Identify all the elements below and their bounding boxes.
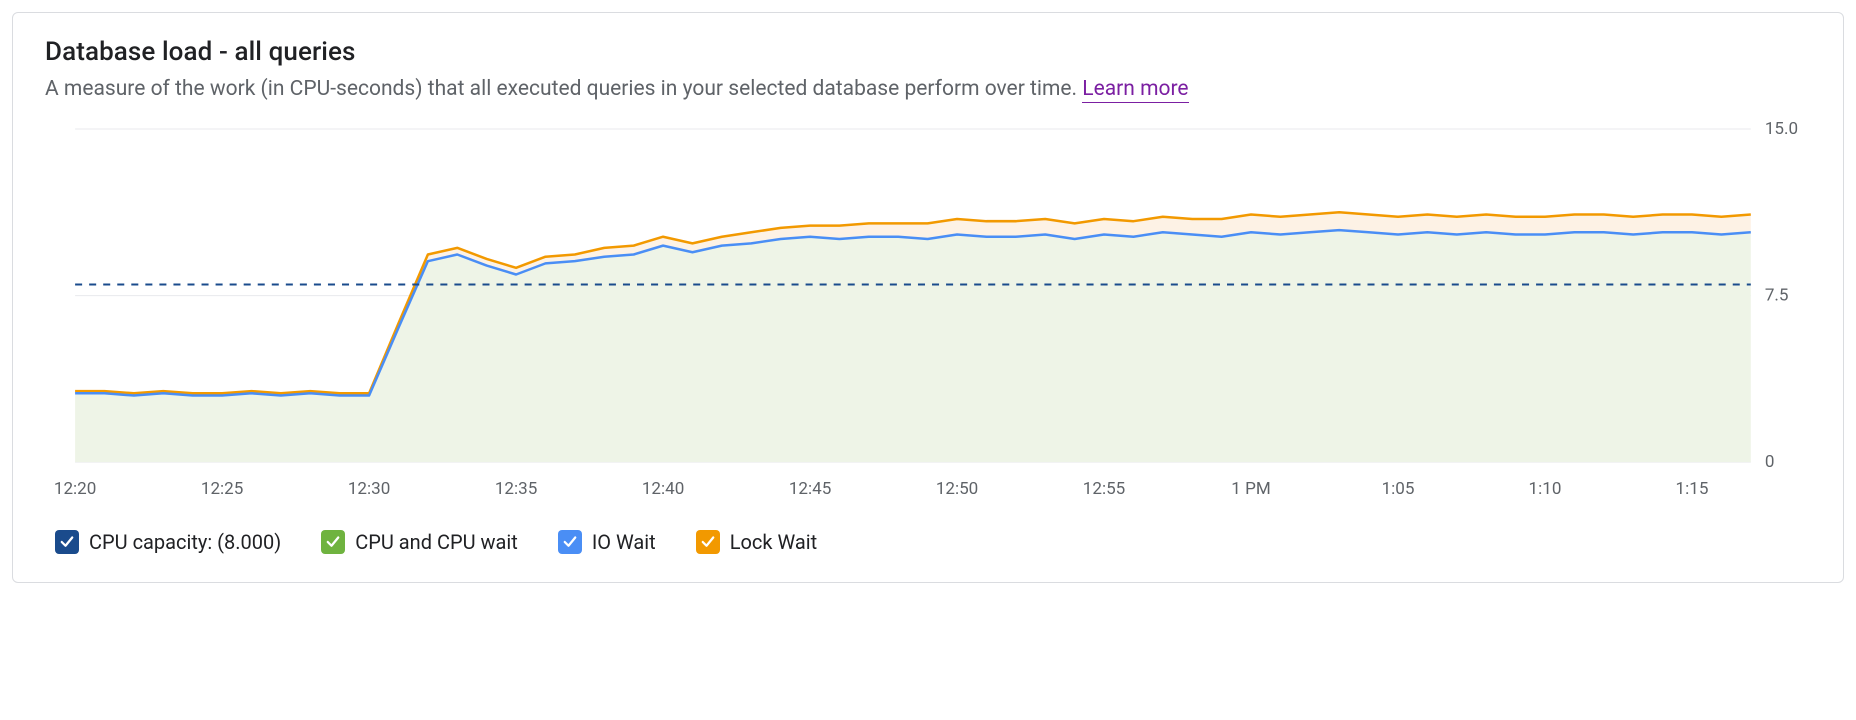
svg-text:12:25: 12:25 [201, 479, 243, 499]
svg-text:7.5: 7.5 [1765, 286, 1789, 306]
legend-cpu-capacity[interactable]: CPU capacity: (8.000) [55, 530, 281, 554]
checkbox-icon [696, 530, 720, 554]
svg-text:1:15: 1:15 [1676, 479, 1709, 499]
svg-text:12:20: 12:20 [54, 479, 96, 499]
legend-label: CPU capacity: (8.000) [89, 530, 281, 554]
svg-text:1 PM: 1 PM [1231, 479, 1270, 499]
chart-legend: CPU capacity: (8.000) CPU and CPU wait I… [45, 530, 1811, 554]
legend-lock-wait[interactable]: Lock Wait [696, 530, 817, 554]
database-load-chart[interactable]: 0 7.5 15.0 12:20 12:25 12:30 12:35 12:40 12:45 12… [45, 121, 1811, 502]
legend-label: CPU and CPU wait [355, 530, 518, 554]
svg-text:12:40: 12:40 [642, 479, 684, 499]
checkbox-icon [558, 530, 582, 554]
legend-label: Lock Wait [730, 530, 817, 554]
svg-text:12:50: 12:50 [936, 479, 978, 499]
svg-text:15.0: 15.0 [1765, 121, 1798, 139]
svg-text:12:30: 12:30 [348, 479, 390, 499]
svg-text:12:35: 12:35 [495, 479, 537, 499]
checkbox-icon [321, 530, 345, 554]
svg-text:12:55: 12:55 [1083, 479, 1125, 499]
svg-text:12:45: 12:45 [789, 479, 831, 499]
legend-cpu-wait[interactable]: CPU and CPU wait [321, 530, 518, 554]
learn-more-link[interactable]: Learn more [1082, 77, 1188, 103]
svg-text:1:10: 1:10 [1529, 479, 1562, 499]
svg-text:1:05: 1:05 [1382, 479, 1415, 499]
checkbox-icon [55, 530, 79, 554]
card-title: Database load - all queries [45, 37, 1811, 67]
legend-io-wait[interactable]: IO Wait [558, 530, 656, 554]
subtitle-text: A measure of the work (in CPU-seconds) t… [45, 77, 1082, 101]
card-subtitle: A measure of the work (in CPU-seconds) t… [45, 77, 1811, 101]
chart-container: 0 7.5 15.0 12:20 12:25 12:30 12:35 12:40 12:45 12… [45, 121, 1811, 502]
legend-label: IO Wait [592, 530, 656, 554]
database-load-card: Database load - all queries A measure of… [12, 12, 1844, 583]
svg-text:0: 0 [1765, 452, 1775, 472]
